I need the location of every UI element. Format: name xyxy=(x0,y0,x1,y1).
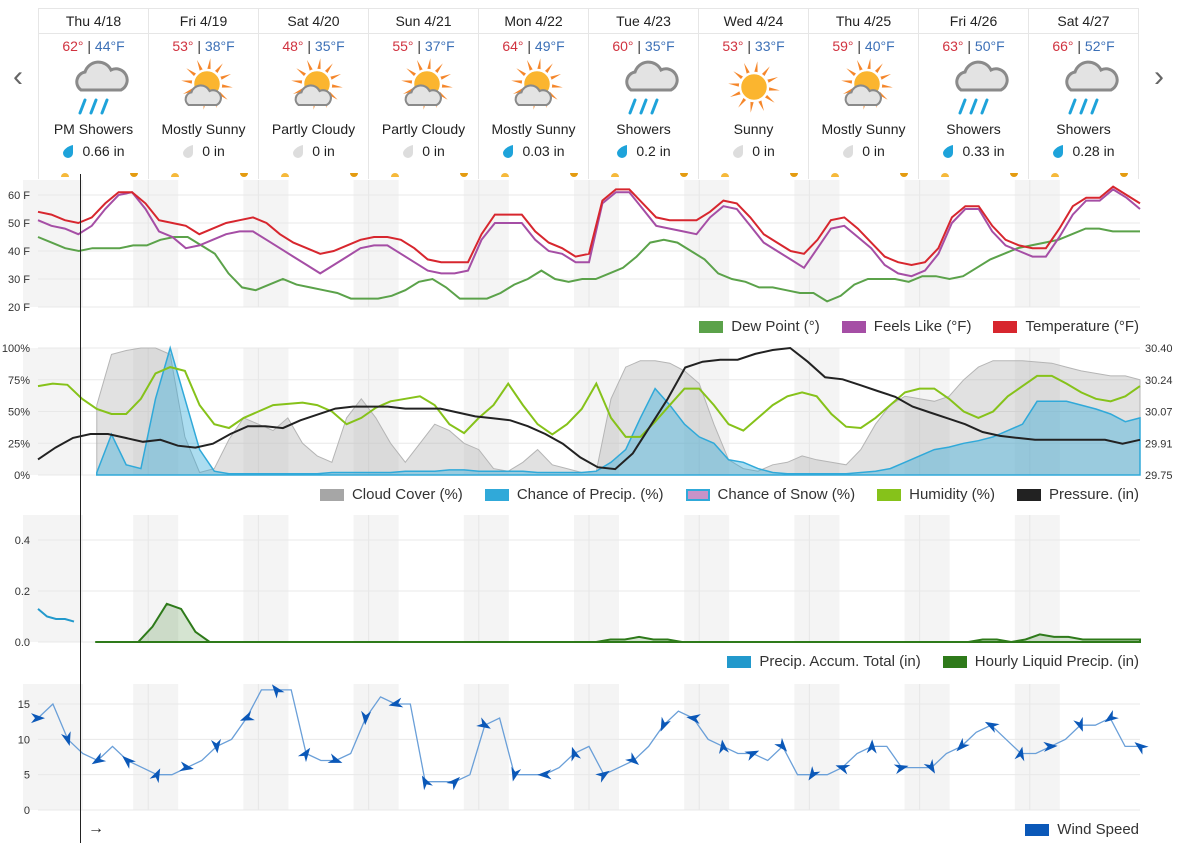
legend-swatch xyxy=(993,320,1018,333)
night-band xyxy=(574,180,619,307)
y2-tick-label: 30.24 xyxy=(1145,375,1173,387)
night-band xyxy=(574,684,619,810)
legend-precip: Precip. Accum. Total (in) Hourly Liquid P… xyxy=(727,653,1139,670)
y-tick-label: 40 F xyxy=(8,246,30,258)
y2-tick-label: 30.07 xyxy=(1145,407,1173,419)
y-tick-label: 25% xyxy=(8,438,30,450)
y-tick-label: 10 xyxy=(18,734,30,746)
night-band xyxy=(38,515,83,642)
night-band xyxy=(463,684,509,810)
legend-swatch xyxy=(1025,823,1050,836)
night-band xyxy=(243,684,289,810)
legend-swatch xyxy=(942,655,967,668)
hourly-charts: 20 F 30 F 40 F 50 F 60 F 0% 25% 50% 75% 100% 29.75… xyxy=(2,180,1173,817)
legend-temperature: Dew Point (°) Feels Like (°F) Temperature … xyxy=(699,318,1139,335)
night-band xyxy=(904,515,950,642)
y-tick-label: 0.2 xyxy=(15,586,30,598)
y2-tick-label: 30.40 xyxy=(1145,343,1173,355)
night-band xyxy=(684,515,730,642)
y-tick-label: 100% xyxy=(2,343,30,355)
y-tick-label: 0 xyxy=(24,805,30,817)
y-tick-label: 50% xyxy=(8,407,30,419)
night-band xyxy=(794,180,840,307)
night-band xyxy=(794,684,840,810)
night-band xyxy=(243,180,289,307)
legend-item-cloud-cover[interactable]: Cloud Cover (%) xyxy=(319,486,463,503)
legend-label: Pressure. (in) xyxy=(1048,486,1139,503)
y-tick-label: 15 xyxy=(18,699,30,711)
legend-label: Precip. Accum. Total (in) xyxy=(759,653,921,670)
legend-swatch xyxy=(484,488,509,501)
legend-item-humidity[interactable]: Humidity (%) xyxy=(877,486,995,503)
legend-label: Chance of Precip. (%) xyxy=(516,486,664,503)
legend-item-dew-point[interactable]: Dew Point (°) xyxy=(699,318,820,335)
night-band xyxy=(463,180,509,307)
legend-item-snow-chance[interactable]: Chance of Snow (%) xyxy=(685,486,856,503)
legend-item-feels-like[interactable]: Feels Like (°F) xyxy=(841,318,972,335)
night-band xyxy=(463,515,509,642)
y-tick-label: 50 F xyxy=(8,218,30,230)
night-band xyxy=(1014,515,1060,642)
y2-tick-label: 29.91 xyxy=(1145,438,1173,450)
y-tick-label: 20 F xyxy=(8,302,30,314)
night-band xyxy=(133,684,179,810)
night-band xyxy=(38,180,83,307)
night-band xyxy=(684,180,730,307)
y-tick-label: 75% xyxy=(8,375,30,387)
current-time-line xyxy=(80,174,81,843)
legend-swatch xyxy=(727,655,752,668)
legend-label: Hourly Liquid Precip. (in) xyxy=(974,653,1139,670)
legend-wind: Wind Speed xyxy=(1025,821,1139,838)
legend-swatch xyxy=(319,488,344,501)
y-tick-label: 5 xyxy=(24,770,30,782)
y-tick-label: 0.4 xyxy=(15,535,30,547)
legend-sky: Cloud Cover (%) Chance of Precip. (%) Chan… xyxy=(319,486,1139,503)
y-tick-label: 60 F xyxy=(8,190,30,202)
legend-item-hourly-precip[interactable]: Hourly Liquid Precip. (in) xyxy=(942,653,1139,670)
legend-label: Dew Point (°) xyxy=(731,318,820,335)
legend-item-precip-chance[interactable]: Chance of Precip. (%) xyxy=(484,486,664,503)
night-band xyxy=(794,515,840,642)
legend-item-pressure[interactable]: Pressure. (in) xyxy=(1016,486,1139,503)
wind-direction-arrow-icon: → xyxy=(88,820,104,837)
night-band xyxy=(904,684,950,810)
night-band xyxy=(353,180,399,307)
y-tick-label: 0.0 xyxy=(15,637,30,649)
legend-label: Wind Speed xyxy=(1057,821,1139,838)
legend-swatch xyxy=(699,320,724,333)
legend-swatch xyxy=(1016,488,1041,501)
legend-label: Humidity (%) xyxy=(909,486,995,503)
y2-tick-label: 29.75 xyxy=(1145,470,1173,482)
night-band xyxy=(353,515,399,642)
night-band xyxy=(574,515,619,642)
y-tick-label: 30 F xyxy=(8,274,30,286)
y-tick-label: 0% xyxy=(14,470,30,482)
legend-item-wind[interactable]: Wind Speed xyxy=(1025,821,1139,838)
night-band xyxy=(243,515,289,642)
legend-label: Chance of Snow (%) xyxy=(717,486,856,503)
legend-label: Feels Like (°F) xyxy=(873,318,972,335)
legend-swatch xyxy=(841,320,866,333)
legend-swatch xyxy=(685,488,710,501)
legend-item-precip-accum[interactable]: Precip. Accum. Total (in) xyxy=(727,653,921,670)
legend-swatch xyxy=(877,488,902,501)
legend-label: Temperature (°F) xyxy=(1025,318,1139,335)
legend-label: Cloud Cover (%) xyxy=(351,486,463,503)
legend-item-temperature[interactable]: Temperature (°F) xyxy=(993,318,1139,335)
